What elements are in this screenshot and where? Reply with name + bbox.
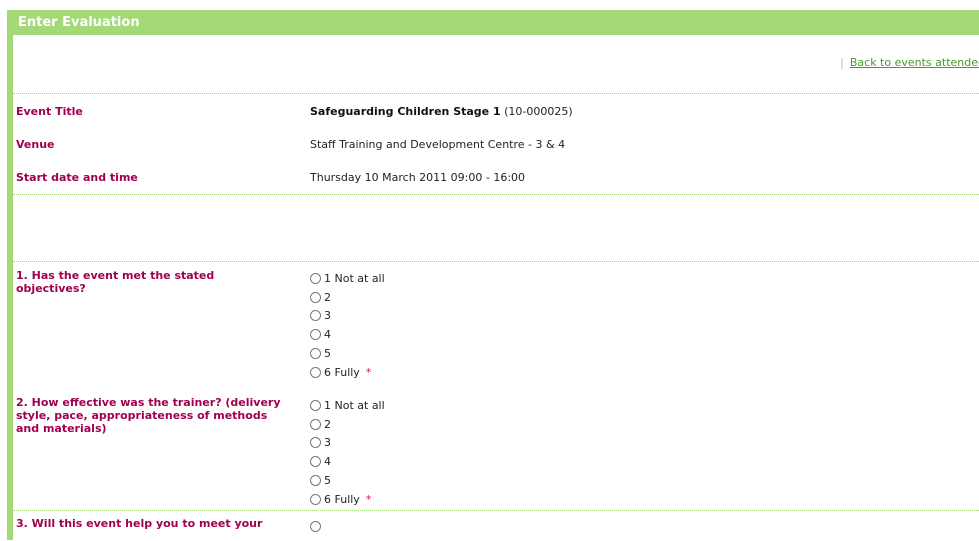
event-title-code: (10-000025): [500, 105, 573, 118]
question-3-options: [310, 517, 324, 536]
question-2: 2. How effective was the trainer? (deliv…: [13, 389, 979, 510]
separator: |: [840, 56, 844, 69]
event-title-value: Safeguarding Children Stage 1 (10-000025…: [310, 105, 573, 118]
required-star-icon: *: [365, 492, 372, 506]
radio-button[interactable]: [310, 520, 321, 532]
option-label: 3: [324, 436, 331, 450]
event-title-label: Event Title: [16, 105, 83, 118]
question-1-option[interactable]: 6 Fully *: [310, 363, 385, 382]
option-label: 2: [324, 417, 331, 431]
venue-label: Venue: [16, 138, 55, 151]
event-title-name: Safeguarding Children Stage 1: [310, 105, 501, 118]
start-date-value: Thursday 10 March 2011 09:00 - 16:00: [310, 171, 526, 184]
radio-button[interactable]: [310, 291, 321, 303]
radio-button[interactable]: [310, 475, 321, 487]
back-to-events-link[interactable]: Back to events attended: [850, 56, 979, 69]
venue-value: Staff Training and Development Centre - …: [310, 138, 566, 151]
question-2-option[interactable]: 6 Fully *: [310, 490, 385, 509]
back-nav: | Back to events attended: [840, 56, 979, 69]
option-label: 1 Not at all: [324, 398, 385, 412]
radio-button[interactable]: [310, 366, 321, 378]
radio-button[interactable]: [310, 272, 321, 284]
question-2-option[interactable]: 4: [310, 452, 385, 471]
option-label: 2: [324, 290, 331, 304]
detail-row-venue: Venue Staff Training and Development Cen…: [13, 128, 979, 161]
start-date-label: Start date and time: [16, 171, 138, 184]
question-2-label: 2. How effective was the trainer? (deliv…: [16, 396, 281, 435]
question-1-option[interactable]: 2: [310, 288, 385, 307]
question-1-option[interactable]: 4: [310, 325, 385, 344]
radio-button[interactable]: [310, 348, 321, 360]
option-label: 3: [324, 309, 331, 323]
question-2-option[interactable]: 3: [310, 434, 385, 453]
radio-button[interactable]: [310, 493, 321, 505]
detail-row-event-title: Event Title Safeguarding Children Stage …: [13, 94, 979, 128]
required-star-icon: *: [365, 365, 372, 379]
option-label: 5: [324, 474, 331, 488]
question-2-option[interactable]: 1 Not at all: [310, 396, 385, 415]
question-2-options: 1 Not at all 2 3 4 5 6 Fully *: [310, 396, 385, 509]
panel-title: Enter Evaluation: [12, 10, 979, 35]
evaluation-panel: Enter Evaluation | Back to events attende…: [7, 10, 979, 540]
question-2-option[interactable]: 2: [310, 415, 385, 434]
question-1-option[interactable]: 5: [310, 344, 385, 363]
radio-button[interactable]: [310, 329, 321, 341]
radio-button[interactable]: [310, 310, 321, 322]
option-label: 4: [324, 328, 331, 342]
radio-button[interactable]: [310, 418, 321, 430]
question-1-option[interactable]: 3: [310, 307, 385, 326]
question-3-label: 3. Will this event help you to meet your: [16, 517, 263, 530]
question-3: 3. Will this event help you to meet your: [13, 511, 979, 541]
top-bar: | Back to events attended: [13, 35, 979, 93]
radio-button[interactable]: [310, 456, 321, 468]
option-label: 4: [324, 455, 331, 469]
question-1: 1. Has the event met the stated objectiv…: [13, 262, 979, 389]
question-2-option[interactable]: 5: [310, 471, 385, 490]
detail-row-start: Start date and time Thursday 10 March 20…: [13, 161, 979, 194]
option-label: 6 Fully: [324, 365, 360, 379]
question-1-label: 1. Has the event met the stated objectiv…: [16, 269, 215, 295]
question-1-options: 1 Not at all 2 3 4 5 6 Fully *: [310, 269, 385, 382]
question-3-option[interactable]: [310, 517, 324, 536]
option-label: 5: [324, 347, 331, 361]
option-label: 6 Fully: [324, 492, 360, 506]
radio-button[interactable]: [310, 399, 321, 411]
radio-button[interactable]: [310, 437, 321, 449]
option-label: 1 Not at all: [324, 271, 385, 285]
question-1-option[interactable]: 1 Not at all: [310, 269, 385, 288]
